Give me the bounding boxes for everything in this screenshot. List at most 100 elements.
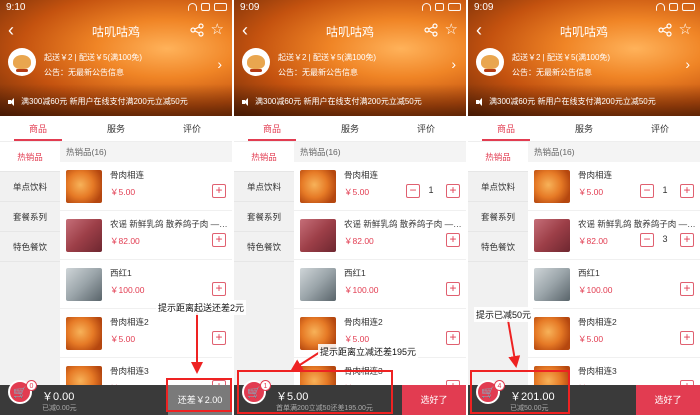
category-special[interactable]: 特色餐饮 [234, 232, 294, 262]
promo-text: 满300减60元 新用户在线支付满200元立减50元 [21, 97, 188, 106]
plus-icon[interactable]: + [212, 233, 226, 247]
cart-count-badge: 0 [26, 380, 37, 391]
product-price: ￥100.00 [578, 285, 613, 295]
product-image [534, 268, 570, 301]
product-price: ￥5.00 [110, 187, 136, 197]
category-drinks[interactable]: 单点饮料 [0, 172, 60, 202]
plus-icon[interactable]: + [680, 184, 694, 198]
category-special[interactable]: 特色餐饮 [0, 232, 60, 262]
category-hot[interactable]: 热销品 [468, 142, 528, 172]
list-item[interactable]: 骨肉相连 ￥5.00 −1 + [294, 162, 466, 211]
product-name: 西红1 [344, 268, 366, 278]
chevron-right-icon[interactable]: › [451, 56, 456, 72]
checkout-button[interactable]: 选好了 [402, 385, 466, 415]
quantity-value: 3 [662, 234, 668, 244]
list-item[interactable]: 农谣 新鲜乳鸽 散养鸽子肉 —… ￥82.00 + [294, 211, 466, 260]
checkout-button[interactable]: 选好了 [636, 385, 700, 415]
battery-icon [682, 3, 695, 11]
announcement: 公告：无最新公告信息 [44, 68, 124, 77]
product-list: 热销品(16) 骨肉相连 ￥5.00 + 农谣 新鲜乳鸽 散养鸽子肉 —… ￥82.0… [60, 142, 232, 415]
tab-goods[interactable]: 商品 [242, 122, 302, 135]
delivery-info: 起送￥2 | 配送￥5(满100免) [512, 53, 611, 62]
category-sets[interactable]: 套餐系列 [234, 202, 294, 232]
status-bar: 9:09 [234, 0, 466, 16]
share-icon[interactable] [424, 23, 438, 37]
phone-screen-3: 9:09 ‹ 咕叽咕鸡 ☆ 起送￥2 | 配送￥5(满100免) 公告：无最新公… [468, 0, 700, 415]
signal-icon [435, 3, 444, 11]
tab-goods[interactable]: 商品 [476, 122, 536, 135]
tab-indicator [14, 139, 62, 141]
product-name: 骨肉相连 [110, 170, 145, 180]
category-hot[interactable]: 热销品 [234, 142, 294, 172]
product-image [300, 219, 336, 252]
tab-service[interactable]: 服务 [86, 122, 146, 135]
product-name: 骨肉相连2 [110, 317, 149, 327]
cart-discount-note: 已减50.00元 [510, 405, 549, 412]
product-price: ￥5.00 [578, 334, 604, 344]
list-item[interactable]: 农谣 新鲜乳鸽 散养鸽子肉 —… ￥82.00 −3 + [528, 211, 700, 260]
chevron-right-icon[interactable]: › [685, 56, 690, 72]
list-item[interactable]: 骨肉相连 ￥5.00 + [60, 162, 232, 211]
product-name: 骨肉相连2 [578, 317, 617, 327]
plus-icon[interactable]: + [212, 184, 226, 198]
share-icon[interactable] [190, 23, 204, 37]
plus-icon[interactable]: + [680, 282, 694, 296]
promo-text: 满300减60元 新用户在线支付满200元立减50元 [489, 97, 656, 106]
plus-icon[interactable]: + [446, 233, 460, 247]
category-sets[interactable]: 套餐系列 [468, 202, 528, 232]
list-item[interactable]: 骨肉相连 ￥5.00 −1 + [528, 162, 700, 211]
plus-icon[interactable]: + [446, 331, 460, 345]
product-image [534, 317, 570, 350]
plus-icon[interactable]: + [680, 331, 694, 345]
category-hot[interactable]: 热销品 [0, 142, 60, 172]
checkout-button[interactable]: 还差￥2.00 [168, 385, 232, 415]
product-list: 热销品(16) 骨肉相连 ￥5.00 −1 + 农谣 新鲜乳鸽 散养鸽子肉 —… ￥82… [294, 142, 466, 415]
tab-indicator [248, 139, 296, 141]
category-sets[interactable]: 套餐系列 [0, 202, 60, 232]
plus-icon[interactable]: + [446, 282, 460, 296]
cart-total: ￥0.00 [42, 391, 75, 403]
tab-service[interactable]: 服务 [554, 122, 614, 135]
plus-icon[interactable]: + [212, 331, 226, 345]
category-special[interactable]: 特色餐饮 [468, 232, 528, 262]
top-bar: ‹ 咕叽咕鸡 ☆ [0, 18, 232, 44]
tab-reviews[interactable]: 评价 [630, 122, 690, 135]
list-item[interactable]: 农谣 新鲜乳鸽 散养鸽子肉 —… ￥82.00 + [60, 211, 232, 260]
list-item[interactable]: 西红1 ￥100.00 + [528, 260, 700, 309]
phone-screen-1: 9:10 ‹ 咕叽咕鸡 ☆ 起送￥2 | 配送￥5(满100免) 公告：无最新公… [0, 0, 232, 415]
share-icon[interactable] [658, 23, 672, 37]
section-header: 热销品(16) [60, 142, 232, 162]
product-price: ￥82.00 [110, 236, 140, 246]
product-name: 骨肉相连 [578, 170, 613, 180]
store-logo [8, 48, 36, 76]
product-price: ￥82.00 [578, 236, 608, 246]
quantity-value: 1 [662, 185, 668, 195]
battery-icon [214, 3, 227, 11]
cart-count-badge: 4 [494, 380, 505, 391]
star-icon[interactable]: ☆ [445, 20, 458, 38]
star-icon[interactable]: ☆ [211, 20, 224, 38]
list-item[interactable]: 骨肉相连2 ￥5.00 + [60, 309, 232, 358]
category-drinks[interactable]: 单点饮料 [234, 172, 294, 202]
plus-icon[interactable]: + [212, 282, 226, 296]
cart-total: ￥201.00 [510, 391, 555, 403]
minus-icon[interactable]: − [640, 184, 654, 198]
cart-discount-note: 首单满200立减50还差195.00元 [276, 405, 373, 412]
minus-icon[interactable]: − [640, 233, 654, 247]
tab-goods[interactable]: 商品 [8, 122, 68, 135]
plus-icon[interactable]: + [446, 184, 460, 198]
minus-icon[interactable]: − [406, 184, 420, 198]
tab-reviews[interactable]: 评价 [162, 122, 222, 135]
product-name: 骨肉相连3 [110, 366, 149, 376]
list-item[interactable]: 骨肉相连2 ￥5.00 + [528, 309, 700, 358]
plus-icon[interactable]: + [680, 233, 694, 247]
chevron-right-icon[interactable]: › [217, 56, 222, 72]
star-icon[interactable]: ☆ [679, 20, 692, 38]
promo-banner: 满300减60元 新用户在线支付满200元立减50元 [476, 96, 656, 107]
tab-service[interactable]: 服务 [320, 122, 380, 135]
list-item[interactable]: 西红1 ￥100.00 + [294, 260, 466, 309]
product-name: 骨肉相连3 [344, 366, 383, 376]
product-name: 农谣 新鲜乳鸽 散养鸽子肉 —… [110, 219, 228, 229]
tab-reviews[interactable]: 评价 [396, 122, 456, 135]
category-drinks[interactable]: 单点饮料 [468, 172, 528, 202]
